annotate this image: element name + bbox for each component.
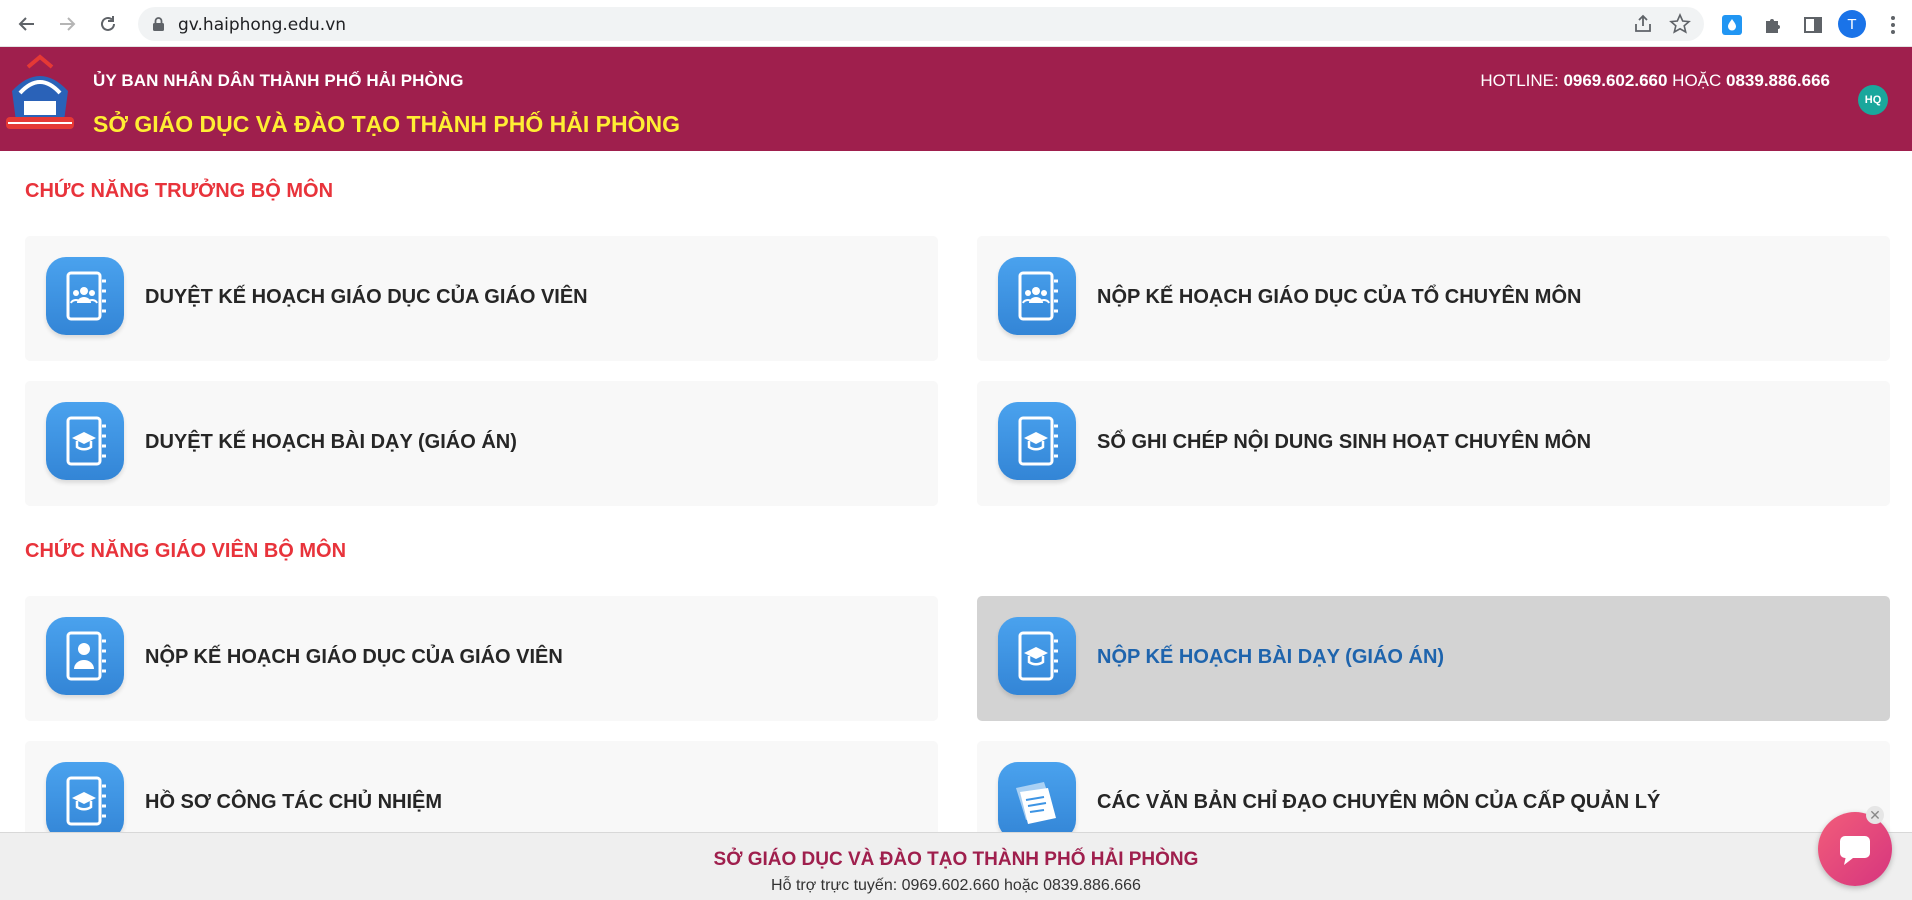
group-notebook-icon — [46, 257, 124, 335]
graduation-notebook-icon — [46, 762, 124, 840]
graduation-notebook-icon — [998, 402, 1076, 480]
site-logo[interactable] — [2, 51, 78, 133]
url-text: gv.haiphong.edu.vn — [178, 15, 347, 35]
site-footer: SỞ GIÁO DỤC VÀ ĐÀO TẠO THÀNH PHỐ HẢI PHÒ… — [0, 832, 1912, 900]
card-approve-teacher-plan[interactable]: DUYỆT KẾ HOẠCH GIÁO DỤC CỦA GIÁO VIÊN — [25, 236, 938, 361]
extension-button[interactable] — [1719, 12, 1745, 38]
close-icon: ✕ — [1869, 807, 1881, 823]
side-panel-button[interactable] — [1800, 12, 1826, 38]
card-department-meeting-notes[interactable]: SỔ GHI CHÉP NỘI DUNG SINH HOẠT CHUYÊN MÔ… — [977, 381, 1890, 506]
chat-bubble-icon — [1840, 836, 1870, 865]
card-submit-teacher-plan[interactable]: NỘP KẾ HOẠCH GIÁO DỤC CỦA GIÁO VIÊN — [25, 596, 938, 721]
forward-button[interactable] — [53, 10, 81, 38]
arrow-left-icon — [18, 17, 34, 31]
card-submit-department-plan[interactable]: NỘP KẾ HOẠCH GIÁO DỤC CỦA TỔ CHUYÊN MÔN — [977, 236, 1890, 361]
puzzle-icon — [1766, 19, 1780, 33]
lock-icon — [153, 17, 164, 31]
hotline: HOTLINE: 0969.602.660 HOẶC 0839.886.666 — [1480, 71, 1830, 91]
star-icon — [1669, 13, 1691, 34]
more-vert-icon — [1891, 16, 1895, 34]
side-panel-icon — [1804, 17, 1822, 33]
section-title-subject-teacher: CHỨC NĂNG GIÁO VIÊN BỘ MÔN — [25, 540, 347, 562]
school-logo-icon — [6, 54, 74, 129]
browser-toolbar: gv.haiphong.edu.vn T — [0, 0, 1912, 47]
arrow-right-icon — [60, 17, 76, 31]
browser-menu-button[interactable] — [1880, 12, 1906, 38]
hotline-number-2: 0839.886.666 — [1726, 71, 1830, 90]
bookmark-button[interactable] — [1669, 13, 1691, 35]
hotline-label: HOTLINE: — [1480, 71, 1564, 90]
hotline-or: HOẶC — [1667, 71, 1726, 90]
group-notebook-icon — [998, 257, 1076, 335]
chat-widget-button[interactable] — [1818, 812, 1892, 886]
card-approve-lesson-plan[interactable]: DUYỆT KẾ HOẠCH BÀI DẠY (GIÁO ÁN) — [25, 381, 938, 506]
profile-avatar[interactable]: T — [1838, 10, 1866, 38]
user-avatar[interactable]: HQ — [1858, 85, 1888, 115]
section-title-head-of-subject: CHỨC NĂNG TRƯỞNG BỘ MÔN — [25, 180, 334, 202]
reload-button[interactable] — [94, 10, 122, 38]
reload-icon — [101, 16, 115, 31]
card-label: SỔ GHI CHÉP NỘI DUNG SINH HOẠT CHUYÊN MÔ… — [1097, 431, 1592, 453]
graduation-notebook-icon — [46, 402, 124, 480]
card-submit-lesson-plan[interactable]: NỘP KẾ HOẠCH BÀI DẠY (GIÁO ÁN) — [977, 596, 1890, 721]
share-button[interactable] — [1632, 13, 1654, 35]
water-drop-icon — [1722, 15, 1742, 35]
address-bar[interactable]: gv.haiphong.edu.vn — [138, 7, 1704, 41]
card-label: CÁC VĂN BẢN CHỈ ĐẠO CHUYÊN MÔN CỦA CẤP Q… — [1097, 791, 1661, 813]
org-name: SỞ GIÁO DỤC VÀ ĐÀO TẠO THÀNH PHỐ HẢI PHÒ… — [93, 111, 680, 137]
back-button[interactable] — [13, 10, 41, 38]
site-header: ỦY BAN NHÂN DÂN THÀNH PHỐ HẢI PHÒNG SỞ G… — [0, 47, 1912, 151]
card-label: HỒ SƠ CÔNG TÁC CHỦ NHIỆM — [145, 791, 443, 813]
card-label: NỘP KẾ HOẠCH GIÁO DỤC CỦA TỔ CHUYÊN MÔN — [1097, 286, 1582, 308]
profile-initial: T — [1847, 15, 1857, 33]
extensions-button[interactable] — [1760, 12, 1786, 38]
graduation-notebook-icon — [998, 617, 1076, 695]
share-icon — [1635, 14, 1651, 32]
documents-icon — [998, 762, 1076, 840]
org-parent-name: ỦY BAN NHÂN DÂN THÀNH PHỐ HẢI PHÒNG — [93, 71, 464, 90]
card-label: DUYỆT KẾ HOẠCH BÀI DẠY (GIÁO ÁN) — [145, 431, 517, 453]
chat-close-button[interactable]: ✕ — [1866, 806, 1884, 824]
card-label: NỘP KẾ HOẠCH GIÁO DỤC CỦA GIÁO VIÊN — [145, 646, 563, 668]
footer-title: SỞ GIÁO DỤC VÀ ĐÀO TẠO THÀNH PHỐ HẢI PHÒ… — [713, 849, 1199, 870]
card-label: NỘP KẾ HOẠCH BÀI DẠY (GIÁO ÁN) — [1097, 646, 1445, 668]
card-label: DUYỆT KẾ HOẠCH GIÁO DỤC CỦA GIÁO VIÊN — [145, 286, 588, 308]
hotline-number-1: 0969.602.660 — [1563, 71, 1668, 90]
footer-support: Hỗ trợ trực tuyến: 0969.602.660 hoặc 083… — [771, 877, 1141, 894]
person-notebook-icon — [46, 617, 124, 695]
